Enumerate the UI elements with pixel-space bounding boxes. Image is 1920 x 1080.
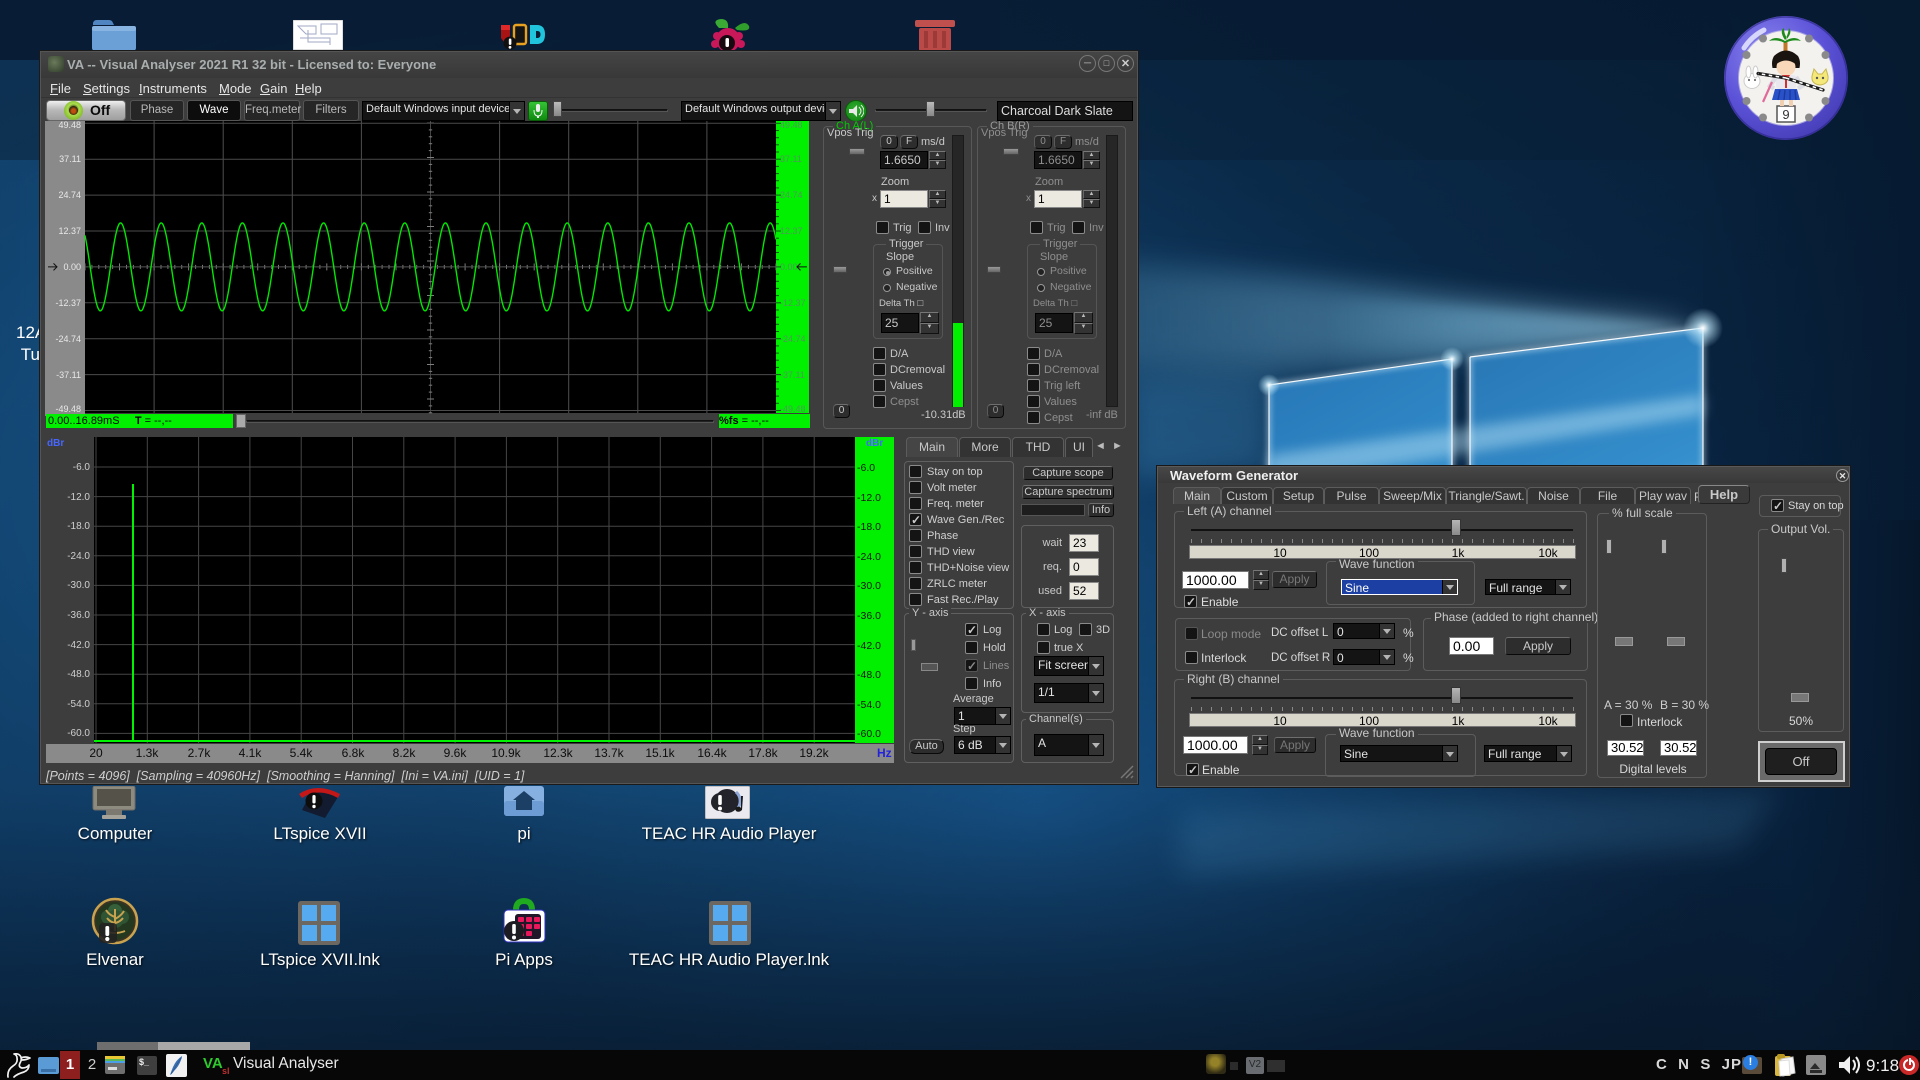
svg-text:37.11: 37.11 bbox=[780, 154, 802, 164]
svg-text:49.48: 49.48 bbox=[58, 121, 81, 130]
svg-text:-37.11: -37.11 bbox=[56, 370, 81, 380]
svg-text:24.74: 24.74 bbox=[58, 190, 81, 200]
svg-text:12.37: 12.37 bbox=[780, 226, 803, 236]
svg-text:0.00: 0.00 bbox=[63, 262, 81, 272]
svg-text:-12.37: -12.37 bbox=[55, 298, 81, 308]
svg-text:-24.74: -24.74 bbox=[55, 334, 81, 344]
svg-text:49.48: 49.48 bbox=[780, 121, 803, 130]
svg-text:0.00: 0.00 bbox=[780, 262, 798, 272]
svg-text:37.11: 37.11 bbox=[59, 154, 81, 164]
svg-text:-49.48: -49.48 bbox=[780, 404, 806, 414]
svg-text:12.37: 12.37 bbox=[58, 226, 81, 236]
svg-text:24.74: 24.74 bbox=[780, 190, 803, 200]
svg-text:-49.48: -49.48 bbox=[55, 404, 81, 414]
svg-text:-12.37: -12.37 bbox=[780, 298, 806, 308]
svg-text:9: 9 bbox=[1782, 107, 1789, 122]
svg-text:-37.11: -37.11 bbox=[780, 370, 805, 380]
svg-text:-24.74: -24.74 bbox=[780, 334, 806, 344]
